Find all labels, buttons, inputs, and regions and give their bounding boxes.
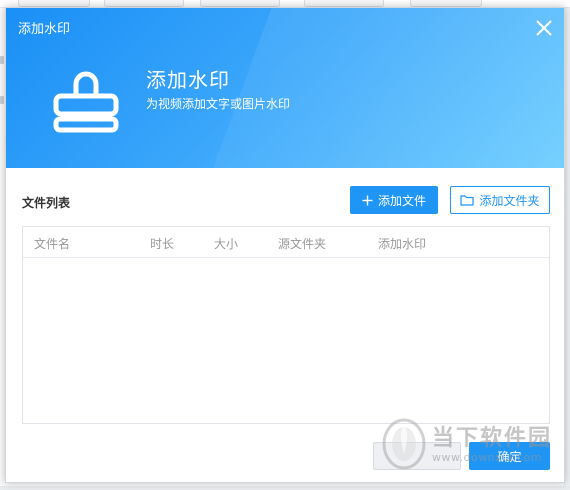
- table-header: 文件名 时长 大小 源文件夹 添加水印: [23, 227, 549, 258]
- folder-icon: [460, 195, 475, 206]
- dialog-title: 添加水印: [18, 22, 71, 37]
- background-fragment: [0, 96, 4, 104]
- site-watermark-text: 当下软件园: [432, 426, 553, 451]
- background-tab: [304, 0, 384, 7]
- background-tab: [18, 0, 90, 7]
- background-edge: [0, 486, 570, 490]
- add-file-button[interactable]: 添加文件: [350, 186, 438, 214]
- column-header-add-watermark[interactable]: 添加水印: [378, 235, 426, 252]
- site-watermark-logo-icon: [382, 418, 426, 470]
- add-folder-label: 添加文件夹: [479, 193, 540, 208]
- hero-heading: 添加水印: [146, 68, 230, 92]
- hero-subtitle: 为视频添加文字或图片水印: [146, 97, 291, 111]
- stamp-icon: [53, 71, 119, 133]
- column-header-duration[interactable]: 时长: [150, 235, 174, 252]
- file-list-label: 文件列表: [22, 196, 71, 210]
- site-watermark-url: www.downxia.com: [432, 451, 542, 464]
- dialog-hero-banner: 添加水印 添加水印 为视频添加文字或图片水印: [6, 8, 564, 168]
- file-table: 文件名 时长 大小 源文件夹 添加水印: [22, 226, 550, 424]
- table-body-empty: [23, 259, 549, 423]
- column-header-source-folder[interactable]: 源文件夹: [278, 235, 326, 252]
- add-file-label: 添加文件: [377, 193, 426, 208]
- close-button[interactable]: [532, 16, 556, 40]
- column-header-size[interactable]: 大小: [214, 235, 238, 252]
- close-icon: [536, 20, 552, 36]
- add-watermark-dialog: 添加水印 添加水印 为视频添加文字或图片水印 文件列表 添加文件 添加文件夹 文…: [5, 7, 565, 483]
- hero-shine: [191, 8, 564, 168]
- add-folder-button[interactable]: 添加文件夹: [450, 186, 550, 214]
- column-header-filename[interactable]: 文件名: [34, 235, 70, 252]
- background-tab: [410, 0, 482, 7]
- background-fragment: [0, 56, 4, 64]
- background-tab: [104, 0, 184, 7]
- plus-icon: [362, 195, 373, 205]
- background-tab: [200, 0, 280, 7]
